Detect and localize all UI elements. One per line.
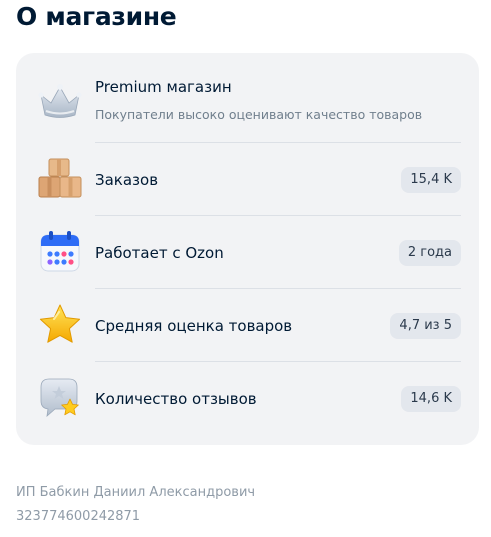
store-info-row-premium: Premium магазин Покупатели высоко оценив… — [16, 53, 479, 143]
seller-legal-name: ИП Бабкин Даниил Александрович — [16, 485, 256, 500]
reviews-label: Количество отзывов — [95, 390, 257, 408]
review-bubble-icon — [37, 375, 83, 421]
rating-label: Средняя оценка товаров — [95, 317, 293, 335]
store-info-row-rating: Средняя оценка товаров 4,7 из 5 — [16, 289, 479, 362]
reviews-count-badge: 14,6 K — [401, 386, 461, 412]
star-icon — [37, 302, 83, 348]
rating-badge: 4,7 из 5 — [390, 313, 461, 339]
premium-store-label: Premium магазин — [95, 78, 232, 96]
orders-count-badge: 15,4 K — [401, 167, 461, 193]
store-info-row-tenure: Работает с Ozon 2 года — [16, 216, 479, 289]
tenure-badge: 2 года — [398, 240, 461, 266]
boxes-icon — [37, 156, 83, 202]
orders-label: Заказов — [95, 171, 159, 189]
store-info-row-orders: Заказов 15,4 K — [16, 143, 479, 216]
store-info-card: Premium магазин Покупатели высоко оценив… — [16, 53, 479, 445]
tenure-label: Работает с Ozon — [95, 244, 224, 262]
seller-ogrn: 323774600242871 — [16, 509, 141, 524]
page-title: О магазине — [16, 2, 177, 31]
store-info-row-reviews: Количество отзывов 14,6 K — [16, 362, 479, 435]
calendar-icon — [37, 229, 83, 275]
premium-store-description: Покупатели высоко оценивают качество тов… — [95, 107, 423, 122]
crown-icon — [37, 78, 83, 124]
